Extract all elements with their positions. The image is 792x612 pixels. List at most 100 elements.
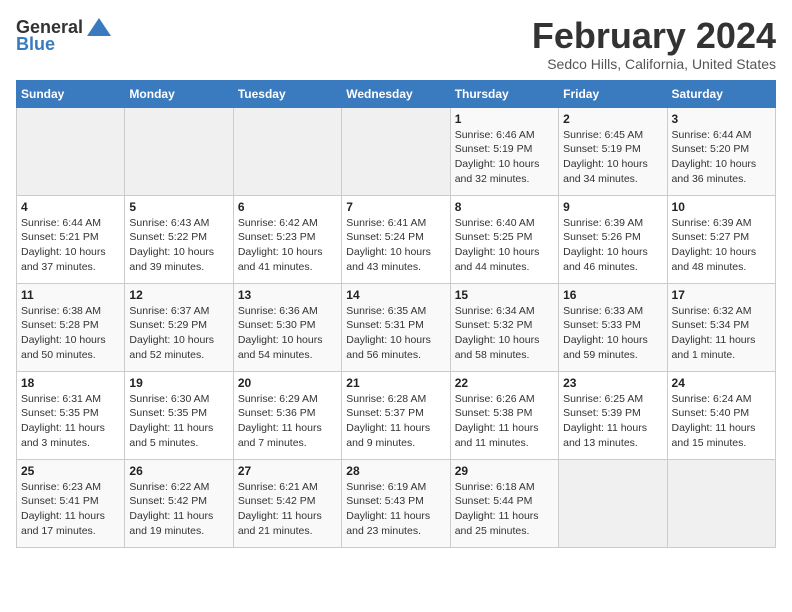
sunrise-text: Sunrise: 6:21 AM <box>238 481 318 493</box>
sunset-text: Sunset: 5:23 PM <box>238 231 316 243</box>
day-number: 23 <box>563 376 662 390</box>
sunrise-text: Sunrise: 6:34 AM <box>455 305 535 317</box>
calendar-cell <box>17 107 125 195</box>
sunset-text: Sunset: 5:42 PM <box>238 495 316 507</box>
calendar-cell: 27 Sunrise: 6:21 AM Sunset: 5:42 PM Dayl… <box>233 459 341 547</box>
calendar-cell <box>125 107 233 195</box>
sunset-text: Sunset: 5:29 PM <box>129 319 207 331</box>
day-number: 11 <box>21 288 120 302</box>
calendar-table: SundayMondayTuesdayWednesdayThursdayFrid… <box>16 80 776 548</box>
sunset-text: Sunset: 5:42 PM <box>129 495 207 507</box>
weekday-header-tuesday: Tuesday <box>233 80 341 107</box>
sunrise-text: Sunrise: 6:29 AM <box>238 393 318 405</box>
day-number: 25 <box>21 464 120 478</box>
daylight-text: Daylight: 10 hours and 37 minutes. <box>21 246 106 273</box>
daylight-text: Daylight: 10 hours and 46 minutes. <box>563 246 648 273</box>
calendar-cell: 23 Sunrise: 6:25 AM Sunset: 5:39 PM Dayl… <box>559 371 667 459</box>
day-info: Sunrise: 6:39 AM Sunset: 5:27 PM Dayligh… <box>672 216 771 275</box>
sunrise-text: Sunrise: 6:41 AM <box>346 217 426 229</box>
day-info: Sunrise: 6:46 AM Sunset: 5:19 PM Dayligh… <box>455 128 554 187</box>
daylight-text: Daylight: 11 hours and 15 minutes. <box>672 422 756 449</box>
day-number: 5 <box>129 200 228 214</box>
day-number: 16 <box>563 288 662 302</box>
daylight-text: Daylight: 10 hours and 44 minutes. <box>455 246 540 273</box>
day-info: Sunrise: 6:26 AM Sunset: 5:38 PM Dayligh… <box>455 392 554 451</box>
calendar-cell: 1 Sunrise: 6:46 AM Sunset: 5:19 PM Dayli… <box>450 107 558 195</box>
calendar-cell: 6 Sunrise: 6:42 AM Sunset: 5:23 PM Dayli… <box>233 195 341 283</box>
calendar-cell: 16 Sunrise: 6:33 AM Sunset: 5:33 PM Dayl… <box>559 283 667 371</box>
day-info: Sunrise: 6:40 AM Sunset: 5:25 PM Dayligh… <box>455 216 554 275</box>
day-info: Sunrise: 6:23 AM Sunset: 5:41 PM Dayligh… <box>21 480 120 539</box>
calendar-cell: 8 Sunrise: 6:40 AM Sunset: 5:25 PM Dayli… <box>450 195 558 283</box>
calendar-week-row: 11 Sunrise: 6:38 AM Sunset: 5:28 PM Dayl… <box>17 283 776 371</box>
sunrise-text: Sunrise: 6:42 AM <box>238 217 318 229</box>
day-number: 17 <box>672 288 771 302</box>
day-info: Sunrise: 6:34 AM Sunset: 5:32 PM Dayligh… <box>455 304 554 363</box>
sunrise-text: Sunrise: 6:24 AM <box>672 393 752 405</box>
sunset-text: Sunset: 5:35 PM <box>21 407 99 419</box>
day-info: Sunrise: 6:24 AM Sunset: 5:40 PM Dayligh… <box>672 392 771 451</box>
calendar-cell: 14 Sunrise: 6:35 AM Sunset: 5:31 PM Dayl… <box>342 283 450 371</box>
sunrise-text: Sunrise: 6:39 AM <box>563 217 643 229</box>
sunrise-text: Sunrise: 6:25 AM <box>563 393 643 405</box>
calendar-cell: 12 Sunrise: 6:37 AM Sunset: 5:29 PM Dayl… <box>125 283 233 371</box>
day-info: Sunrise: 6:21 AM Sunset: 5:42 PM Dayligh… <box>238 480 337 539</box>
day-number: 28 <box>346 464 445 478</box>
day-info: Sunrise: 6:36 AM Sunset: 5:30 PM Dayligh… <box>238 304 337 363</box>
day-info: Sunrise: 6:38 AM Sunset: 5:28 PM Dayligh… <box>21 304 120 363</box>
day-number: 19 <box>129 376 228 390</box>
sunset-text: Sunset: 5:19 PM <box>563 143 641 155</box>
calendar-cell: 28 Sunrise: 6:19 AM Sunset: 5:43 PM Dayl… <box>342 459 450 547</box>
day-number: 18 <box>21 376 120 390</box>
sunset-text: Sunset: 5:38 PM <box>455 407 533 419</box>
weekday-header-monday: Monday <box>125 80 233 107</box>
sunset-text: Sunset: 5:34 PM <box>672 319 750 331</box>
weekday-header-saturday: Saturday <box>667 80 775 107</box>
daylight-text: Daylight: 11 hours and 21 minutes. <box>238 510 322 537</box>
calendar-cell: 7 Sunrise: 6:41 AM Sunset: 5:24 PM Dayli… <box>342 195 450 283</box>
daylight-text: Daylight: 10 hours and 52 minutes. <box>129 334 214 361</box>
calendar-cell: 2 Sunrise: 6:45 AM Sunset: 5:19 PM Dayli… <box>559 107 667 195</box>
day-info: Sunrise: 6:35 AM Sunset: 5:31 PM Dayligh… <box>346 304 445 363</box>
calendar-cell: 10 Sunrise: 6:39 AM Sunset: 5:27 PM Dayl… <box>667 195 775 283</box>
calendar-cell: 9 Sunrise: 6:39 AM Sunset: 5:26 PM Dayli… <box>559 195 667 283</box>
sunset-text: Sunset: 5:28 PM <box>21 319 99 331</box>
sunset-text: Sunset: 5:40 PM <box>672 407 750 419</box>
sunrise-text: Sunrise: 6:19 AM <box>346 481 426 493</box>
sunrise-text: Sunrise: 6:43 AM <box>129 217 209 229</box>
sunset-text: Sunset: 5:44 PM <box>455 495 533 507</box>
sunrise-text: Sunrise: 6:30 AM <box>129 393 209 405</box>
calendar-cell: 13 Sunrise: 6:36 AM Sunset: 5:30 PM Dayl… <box>233 283 341 371</box>
day-number: 4 <box>21 200 120 214</box>
calendar-cell <box>559 459 667 547</box>
sunset-text: Sunset: 5:35 PM <box>129 407 207 419</box>
calendar-cell <box>667 459 775 547</box>
calendar-cell: 4 Sunrise: 6:44 AM Sunset: 5:21 PM Dayli… <box>17 195 125 283</box>
daylight-text: Daylight: 11 hours and 9 minutes. <box>346 422 430 449</box>
daylight-text: Daylight: 11 hours and 19 minutes. <box>129 510 213 537</box>
sunset-text: Sunset: 5:27 PM <box>672 231 750 243</box>
sunrise-text: Sunrise: 6:18 AM <box>455 481 535 493</box>
weekday-header-sunday: Sunday <box>17 80 125 107</box>
logo-blue-text: Blue <box>16 34 55 55</box>
daylight-text: Daylight: 10 hours and 34 minutes. <box>563 158 648 185</box>
day-info: Sunrise: 6:44 AM Sunset: 5:20 PM Dayligh… <box>672 128 771 187</box>
sunrise-text: Sunrise: 6:38 AM <box>21 305 101 317</box>
day-number: 7 <box>346 200 445 214</box>
sunrise-text: Sunrise: 6:40 AM <box>455 217 535 229</box>
day-info: Sunrise: 6:30 AM Sunset: 5:35 PM Dayligh… <box>129 392 228 451</box>
calendar-cell: 18 Sunrise: 6:31 AM Sunset: 5:35 PM Dayl… <box>17 371 125 459</box>
sunset-text: Sunset: 5:19 PM <box>455 143 533 155</box>
sunset-text: Sunset: 5:20 PM <box>672 143 750 155</box>
sunset-text: Sunset: 5:33 PM <box>563 319 641 331</box>
sunrise-text: Sunrise: 6:39 AM <box>672 217 752 229</box>
sunrise-text: Sunrise: 6:35 AM <box>346 305 426 317</box>
daylight-text: Daylight: 10 hours and 43 minutes. <box>346 246 431 273</box>
sunrise-text: Sunrise: 6:44 AM <box>672 129 752 141</box>
calendar-cell: 11 Sunrise: 6:38 AM Sunset: 5:28 PM Dayl… <box>17 283 125 371</box>
weekday-header-wednesday: Wednesday <box>342 80 450 107</box>
day-number: 24 <box>672 376 771 390</box>
weekday-header-friday: Friday <box>559 80 667 107</box>
header: General Blue February 2024 Sedco Hills, … <box>16 16 776 72</box>
calendar-week-row: 1 Sunrise: 6:46 AM Sunset: 5:19 PM Dayli… <box>17 107 776 195</box>
